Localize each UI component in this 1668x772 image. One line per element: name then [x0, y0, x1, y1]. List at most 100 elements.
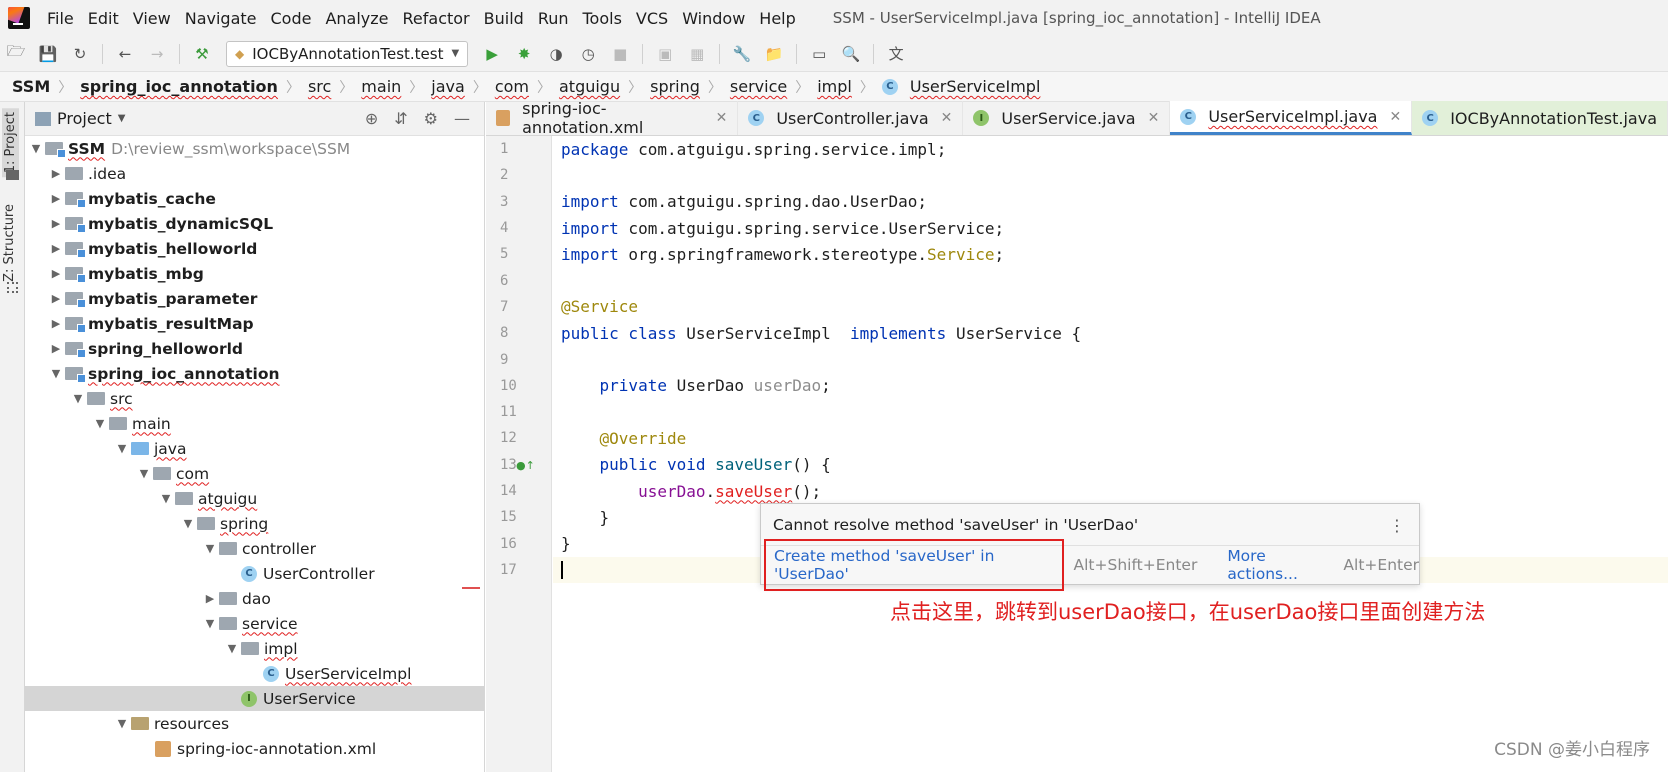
breadcrumb-item[interactable]: SSM	[12, 77, 50, 96]
tree-row-selected[interactable]: I UserService	[25, 686, 484, 711]
coverage-icon[interactable]: ◑	[546, 44, 566, 64]
expand-arrow-icon[interactable]: ▼	[201, 542, 219, 555]
menu-code[interactable]: Code	[264, 9, 319, 28]
menu-vcs[interactable]: VCS	[629, 9, 675, 28]
expand-arrow-icon[interactable]: ▼	[27, 142, 45, 155]
menu-refactor[interactable]: Refactor	[396, 9, 477, 28]
breadcrumb-item[interactable]: main	[361, 77, 401, 96]
collapse-arrow-icon[interactable]: ▶	[47, 167, 65, 180]
chevron-down-icon[interactable]: ▼	[118, 113, 126, 124]
hide-panel-icon[interactable]: —	[454, 109, 470, 128]
tree-row[interactable]: ▼ atguigu	[25, 486, 484, 511]
tab-user-service[interactable]: I UserService.java ✕	[963, 101, 1171, 135]
forward-arrow-icon[interactable]: →	[147, 44, 167, 64]
unresolved-method[interactable]: saveUser	[715, 482, 792, 501]
menu-help[interactable]: Help	[752, 9, 802, 28]
collapse-arrow-icon[interactable]: ▶	[47, 242, 65, 255]
save-icon[interactable]: 💾	[38, 44, 58, 64]
open-folder-icon[interactable]: 🗁	[6, 42, 26, 64]
breadcrumb-item[interactable]: src	[308, 77, 331, 96]
debug-icon[interactable]: ✸	[514, 44, 534, 64]
tree-row[interactable]: ▼ java	[25, 436, 484, 461]
vcs-commit-icon[interactable]: ▦	[687, 44, 707, 64]
tree-row[interactable]: ▼ service	[25, 611, 484, 636]
tree-row[interactable]: ▶ mybatis_parameter	[25, 286, 484, 311]
vcs-update-icon[interactable]: ▣	[655, 44, 675, 64]
breadcrumb-item[interactable]: spring	[650, 77, 700, 96]
close-icon[interactable]: ✕	[716, 110, 728, 126]
code-editor[interactable]: package com.atguigu.spring.service.impl;…	[553, 136, 1668, 772]
tab-user-controller[interactable]: C UserController.java ✕	[738, 101, 964, 135]
expand-arrow-icon[interactable]: ▼	[135, 467, 153, 480]
tree-row[interactable]: ▶ mybatis_helloworld	[25, 236, 484, 261]
breadcrumb-item-class[interactable]: C UserServiceImpl	[881, 77, 1040, 96]
tab-ioc-test[interactable]: C IOCByAnnotationTest.java	[1412, 101, 1668, 135]
expand-arrow-icon[interactable]: ▼	[69, 392, 87, 405]
tree-row[interactable]: ▼ src	[25, 386, 484, 411]
gear-icon[interactable]: ⚙	[424, 109, 438, 128]
more-options-icon[interactable]: ⋮	[1389, 516, 1405, 535]
tree-row[interactable]: spring-ioc-annotation.xml	[25, 736, 484, 761]
collapse-all-icon[interactable]: ⇵	[394, 109, 407, 128]
collapse-arrow-icon[interactable]: ▶	[47, 292, 65, 305]
expand-arrow-icon[interactable]: ▼	[113, 442, 131, 455]
build-hammer-icon[interactable]: ⚒	[192, 44, 212, 64]
expand-arrow-icon[interactable]: ▼	[91, 417, 109, 430]
tree-row[interactable]: ▶ .idea	[25, 161, 484, 186]
expand-arrow-icon[interactable]: ▼	[157, 492, 175, 505]
search-icon[interactable]: 🔍	[841, 44, 861, 64]
stop-icon[interactable]: ■	[610, 44, 630, 64]
tree-row[interactable]: ▶ mybatis_resultMap	[25, 311, 484, 336]
menu-build[interactable]: Build	[477, 9, 531, 28]
menu-tools[interactable]: Tools	[576, 9, 629, 28]
locate-target-icon[interactable]: ⊕	[365, 109, 378, 128]
collapse-arrow-icon[interactable]: ▶	[47, 317, 65, 330]
tree-row[interactable]: ▼ resources	[25, 711, 484, 736]
menu-navigate[interactable]: Navigate	[178, 9, 264, 28]
tree-row[interactable]: ▶ dao	[25, 586, 484, 611]
close-icon[interactable]: ✕	[941, 110, 953, 126]
tree-row[interactable]: ▶ mybatis_dynamicSQL	[25, 211, 484, 236]
breadcrumb-item[interactable]: impl	[817, 77, 852, 96]
menu-window[interactable]: Window	[675, 9, 752, 28]
breadcrumb-item[interactable]: java	[431, 77, 465, 96]
tree-row[interactable]: ▶ mybatis_mbg	[25, 261, 484, 286]
expand-arrow-icon[interactable]: ▼	[47, 367, 65, 380]
tree-row[interactable]: C UserController	[25, 561, 484, 586]
translate-icon[interactable]: 文	[886, 44, 906, 64]
close-icon[interactable]: ✕	[1389, 109, 1401, 125]
collapse-arrow-icon[interactable]: ▶	[47, 267, 65, 280]
menu-run[interactable]: Run	[531, 9, 576, 28]
back-arrow-icon[interactable]: ←	[115, 44, 135, 64]
menu-file[interactable]: File	[40, 9, 81, 28]
expand-arrow-icon[interactable]: ▼	[179, 517, 197, 530]
settings-wrench-icon[interactable]: 🔧	[732, 44, 752, 64]
profile-icon[interactable]: ◷	[578, 44, 598, 64]
menu-analyze[interactable]: Analyze	[318, 9, 395, 28]
collapse-arrow-icon[interactable]: ▶	[47, 192, 65, 205]
menu-edit[interactable]: Edit	[81, 9, 126, 28]
tree-row[interactable]: ▼ spring_ioc_annotation	[25, 361, 484, 386]
tree-row-root[interactable]: ▼ SSM D:\review_ssm\workspace\SSM	[25, 136, 484, 161]
tree-row[interactable]: ▼ impl	[25, 636, 484, 661]
tree-row[interactable]: ▼ com	[25, 461, 484, 486]
tree-row[interactable]: ▼ main	[25, 411, 484, 436]
tree-row[interactable]: C UserServiceImpl	[25, 661, 484, 686]
expand-arrow-icon[interactable]: ▼	[223, 642, 241, 655]
breadcrumb-item[interactable]: com	[495, 77, 529, 96]
tree-row[interactable]: ▶ mybatis_cache	[25, 186, 484, 211]
run-icon[interactable]: ▶	[482, 44, 502, 64]
collapse-arrow-icon[interactable]: ▶	[47, 342, 65, 355]
project-structure-icon[interactable]: 📁	[764, 44, 784, 64]
breadcrumb-item[interactable]: atguigu	[559, 77, 620, 96]
tab-user-service-impl[interactable]: C UserServiceImpl.java ✕	[1170, 101, 1413, 135]
implements-method-icon[interactable]: ●↑	[516, 459, 535, 472]
menu-view[interactable]: View	[126, 9, 178, 28]
collapse-arrow-icon[interactable]: ▶	[201, 592, 219, 605]
close-icon[interactable]: ✕	[1148, 110, 1160, 126]
expand-arrow-icon[interactable]: ▼	[201, 617, 219, 630]
terminal-icon[interactable]: ▭	[809, 44, 829, 64]
structure-tool-tab[interactable]: Z: Structure	[2, 204, 17, 282]
project-tool-tab[interactable]: 1: Project	[2, 108, 19, 178]
tree-row[interactable]: ▼ controller	[25, 536, 484, 561]
